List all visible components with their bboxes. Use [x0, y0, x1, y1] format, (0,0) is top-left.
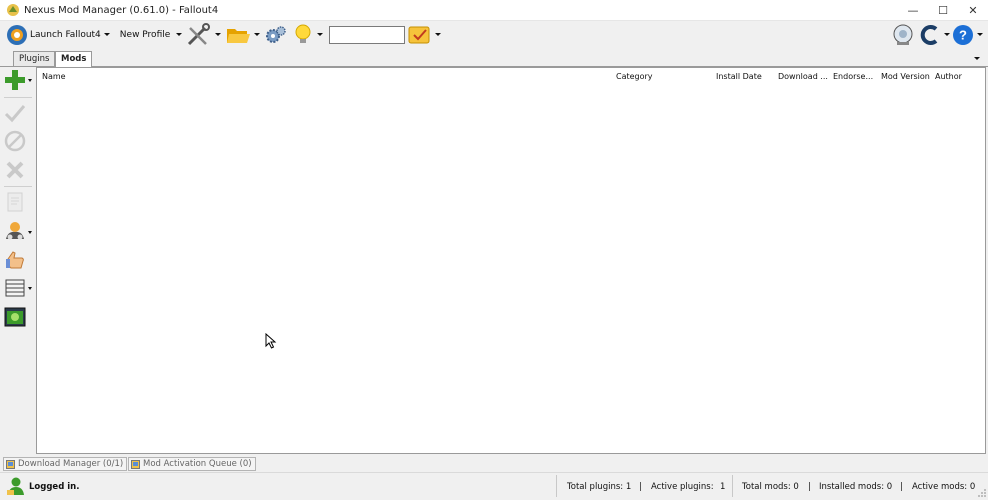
- maximize-button[interactable]: ☐: [928, 0, 958, 20]
- open-folder-icon: [227, 28, 251, 43]
- main-toolbar: Launch Fallout4 New Profile ?: [0, 21, 988, 48]
- check-update-icon: [408, 26, 430, 43]
- active-plugins-label: Active plugins:: [651, 482, 714, 492]
- tab-mods[interactable]: Mods: [55, 51, 93, 67]
- activation-queue-icon: [131, 459, 140, 469]
- close-button[interactable]: ✕: [958, 0, 988, 20]
- total-mods: Total mods: 0: [742, 482, 799, 492]
- toolbar-divider: [4, 97, 32, 98]
- tools-icon: [188, 22, 211, 45]
- download-manager-icon: [6, 459, 15, 469]
- add-mod-icon: [5, 70, 25, 90]
- help-icon: ?: [953, 24, 973, 45]
- active-mods: Active mods: 0: [912, 482, 976, 492]
- resize-grip-icon[interactable]: [978, 489, 987, 498]
- chevron-down-icon[interactable]: [28, 231, 32, 234]
- view-tabs: Plugins Mods: [0, 50, 988, 67]
- status-bar: Logged in. Total plugins: 1 | Active plu…: [0, 472, 988, 500]
- activate-mod-icon: [4, 105, 26, 123]
- add-mod-button[interactable]: [4, 69, 26, 91]
- tips-button[interactable]: [292, 23, 324, 47]
- status-separator: |: [900, 482, 903, 492]
- mouse-cursor-icon: [265, 333, 277, 349]
- mod-actions-toolbar: [0, 67, 36, 455]
- profile-label: New Profile: [119, 29, 171, 40]
- column-header-author[interactable]: Author: [935, 72, 962, 81]
- status-divider: [732, 475, 733, 497]
- chevron-down-icon[interactable]: [435, 33, 442, 36]
- column-header-install-date[interactable]: Install Date: [716, 72, 762, 81]
- chevron-down-icon[interactable]: [176, 33, 183, 36]
- lightbulb-icon: [295, 24, 311, 43]
- mods-table-header: Name Category Install Date Download ... …: [37, 68, 985, 84]
- total-plugins: Total plugins: 1: [567, 482, 632, 492]
- deactivate-mod-button[interactable]: [4, 130, 26, 152]
- user-logged-in-icon: [7, 477, 24, 495]
- search-input[interactable]: [329, 25, 406, 44]
- support-button[interactable]: [891, 23, 915, 47]
- open-folders-button[interactable]: [225, 23, 261, 47]
- tab-plugins[interactable]: Plugins: [13, 51, 56, 66]
- support-icon: [893, 24, 913, 45]
- check-update-button[interactable]: [408, 23, 442, 47]
- app-icon: [7, 4, 19, 16]
- tab-mod-activation-queue-label: Mod Activation Queue (0): [143, 459, 252, 469]
- column-header-endorsement[interactable]: Endorse...: [833, 72, 873, 81]
- bottom-tabs: Download Manager (0/1) Mod Activation Qu…: [0, 456, 988, 471]
- help-button[interactable]: ?: [952, 23, 983, 47]
- view-list-icon: [5, 279, 25, 297]
- launch-game-label: Launch Fallout4: [30, 29, 101, 40]
- tab-download-manager[interactable]: Download Manager (0/1): [3, 457, 128, 471]
- chevron-down-icon[interactable]: [215, 33, 222, 36]
- endorse-icon: [6, 251, 24, 269]
- chevron-down-icon[interactable]: [977, 33, 983, 36]
- status-separator: |: [639, 482, 642, 492]
- tools-button[interactable]: [186, 22, 222, 47]
- chevron-down-icon[interactable]: [28, 79, 32, 82]
- status-separator: |: [808, 482, 811, 492]
- tab-mod-activation-queue[interactable]: Mod Activation Queue (0): [128, 457, 256, 471]
- title-bar: Nexus Mod Manager (0.61.0) - Fallout4 — …: [0, 0, 988, 21]
- view-list-button[interactable]: [4, 277, 26, 299]
- chevron-down-icon[interactable]: [254, 33, 261, 36]
- login-status: Logged in.: [29, 482, 80, 492]
- column-header-name[interactable]: Name: [42, 72, 66, 81]
- chevron-down-icon[interactable]: [944, 33, 950, 36]
- categories-icon: [6, 222, 24, 240]
- readme-icon: [7, 192, 23, 212]
- window-title: Nexus Mod Manager (0.61.0) - Fallout4: [24, 4, 219, 16]
- tabs-menu-chevron-icon[interactable]: [974, 57, 980, 60]
- chevron-down-icon[interactable]: [103, 33, 110, 36]
- status-divider: [556, 475, 557, 497]
- tab-download-manager-label: Download Manager (0/1): [18, 459, 124, 469]
- launch-game-button[interactable]: Launch Fallout4: [6, 23, 110, 47]
- settings-icon: [266, 25, 287, 43]
- chevron-down-icon[interactable]: [28, 287, 32, 290]
- deactivate-mod-icon: [4, 130, 26, 152]
- refresh-button[interactable]: [919, 23, 950, 47]
- profile-dropdown[interactable]: New Profile: [118, 23, 183, 47]
- delete-mod-button[interactable]: [4, 159, 26, 181]
- settings-button[interactable]: [264, 23, 288, 47]
- active-plugins-value: 1: [720, 482, 726, 492]
- categories-button[interactable]: [4, 220, 26, 242]
- screenshot-button[interactable]: [4, 306, 26, 328]
- chevron-down-icon[interactable]: [317, 33, 324, 36]
- installed-mods: Installed mods: 0: [819, 482, 893, 492]
- column-header-download-id[interactable]: Download ...: [778, 72, 828, 81]
- refresh-icon: [920, 24, 938, 45]
- launch-game-icon: [7, 24, 27, 45]
- column-header-mod-version[interactable]: Mod Version: [881, 72, 930, 81]
- endorse-button[interactable]: [4, 249, 26, 271]
- svg-text:?: ?: [959, 27, 967, 42]
- readme-button[interactable]: [4, 191, 26, 213]
- toolbar-divider: [4, 186, 32, 187]
- column-header-category[interactable]: Category: [616, 72, 653, 81]
- minimize-button[interactable]: —: [898, 0, 928, 20]
- mods-table[interactable]: Name Category Install Date Download ... …: [36, 67, 986, 454]
- delete-mod-icon: [6, 161, 24, 179]
- activate-mod-button[interactable]: [4, 102, 26, 124]
- screenshot-icon: [4, 307, 26, 327]
